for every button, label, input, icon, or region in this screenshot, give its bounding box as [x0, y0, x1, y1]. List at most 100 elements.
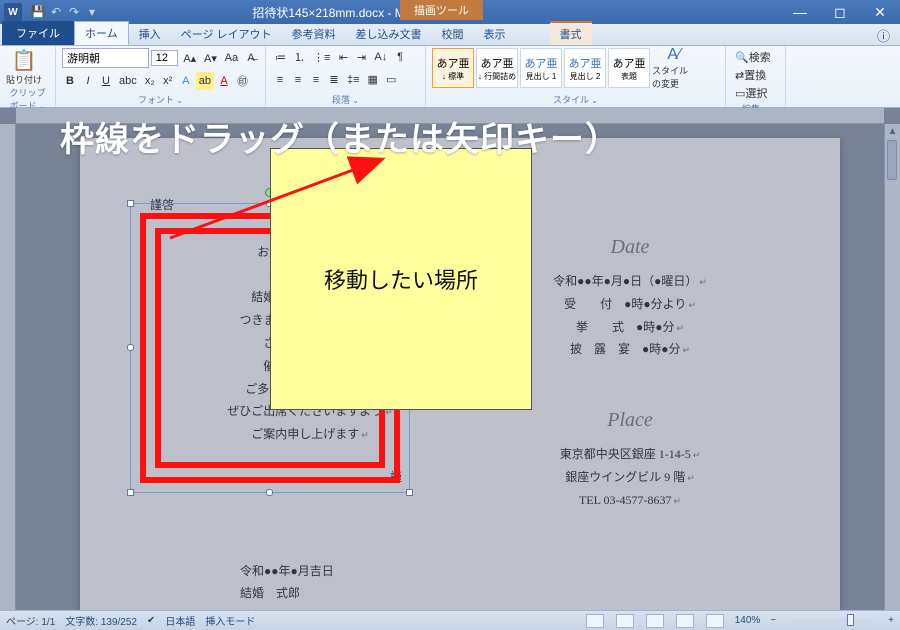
view-draft-button[interactable] [706, 614, 724, 628]
style-normal[interactable]: あア亜↓ 標準 [432, 48, 474, 88]
annotation-target-label: 移動したい場所 [324, 263, 478, 295]
zoom-in-button[interactable]: + [888, 615, 894, 626]
shrink-font-icon[interactable]: A▾ [201, 49, 220, 67]
indent-dec-icon[interactable]: ⇤ [335, 48, 351, 66]
group-paragraph: ≔ ⒈ ⋮≡ ⇤ ⇥ A↓ ¶ ≡ ≡ ≡ ≣ ‡≡ ▦ ▭ 段落 [266, 46, 426, 107]
view-print-layout-button[interactable] [586, 614, 604, 628]
change-styles-icon: A⁄ [667, 46, 680, 64]
tab-file[interactable]: ファイル [2, 21, 74, 45]
align-right-icon[interactable]: ≡ [308, 71, 324, 89]
status-bar: ページ: 1/1 文字数: 139/252 ✔ 日本語 挿入モード 140% −… [0, 610, 900, 630]
grow-font-icon[interactable]: A▴ [180, 49, 199, 67]
strike-button[interactable]: abc [116, 72, 140, 90]
status-insert-mode[interactable]: 挿入モード [205, 613, 255, 628]
tab-page-layout[interactable]: ページ レイアウト [171, 23, 282, 45]
tab-review[interactable]: 校閲 [432, 23, 474, 45]
contextual-tool-label: 描画ツール [400, 0, 483, 20]
title-bar: W 💾 ↶ ↷ ▾ 招待状145×218mm.docx - Microsoft … [0, 0, 900, 24]
numbering-icon[interactable]: ⒈ [291, 48, 308, 66]
multilevel-icon[interactable]: ⋮≡ [310, 48, 333, 66]
zoom-level[interactable]: 140% [735, 615, 761, 626]
font-family-combo[interactable]: 游明朝 [62, 48, 149, 68]
style-title[interactable]: あア亜表題 [608, 48, 650, 88]
maximize-button[interactable]: ◻ [820, 0, 860, 24]
group-clipboard: 📋 貼り付け クリップボード [0, 46, 56, 107]
annotation-target-box: 移動したい場所 [270, 148, 532, 410]
find-button[interactable]: 🔍検索 [732, 48, 774, 66]
tab-mailings[interactable]: 差し込み文書 [346, 23, 432, 45]
text-effects-icon[interactable]: A [178, 72, 194, 90]
view-web-button[interactable] [646, 614, 664, 628]
annotation-headline: 枠線をドラッグ（または矢印キー） [60, 112, 620, 161]
tab-view[interactable]: 表示 [474, 23, 516, 45]
style-heading2[interactable]: あア亜見出し 2 [564, 48, 606, 88]
minimize-button[interactable]: — [780, 0, 820, 24]
tab-insert[interactable]: 挿入 [129, 23, 171, 45]
shading-icon[interactable]: ▦ [365, 71, 381, 89]
align-left-icon[interactable]: ≡ [272, 71, 288, 89]
subscript-button[interactable]: x₂ [142, 72, 158, 90]
quick-access-toolbar: 💾 ↶ ↷ ▾ [30, 4, 100, 20]
show-marks-icon[interactable]: ¶ [392, 48, 408, 66]
document-area: ▲ 謹啓 皆様にはお健 お過ごしのことと このたび 私た 結婚式を挙げること つ… [0, 108, 900, 610]
bold-button[interactable]: B [62, 72, 78, 90]
close-button[interactable]: ✕ [860, 0, 900, 24]
help-icon[interactable]: ⓘ [877, 26, 890, 45]
select-button[interactable]: ▭選択 [732, 84, 770, 102]
change-case-icon[interactable]: Aa [222, 49, 241, 67]
qat-customize-icon[interactable]: ▾ [84, 4, 100, 20]
font-size-combo[interactable]: 12 [151, 50, 179, 66]
clear-format-icon[interactable]: A̶ [243, 49, 259, 67]
borders-icon[interactable]: ▭ [383, 71, 399, 89]
font-color-icon[interactable]: A [216, 72, 232, 90]
tab-format[interactable]: 書式 [550, 21, 592, 45]
view-outline-button[interactable] [676, 614, 694, 628]
line-spacing-icon[interactable]: ‡≡ [344, 71, 363, 89]
indent-inc-icon[interactable]: ⇥ [353, 48, 369, 66]
status-wordcount[interactable]: 文字数: 139/252 [65, 613, 137, 628]
status-language[interactable]: 日本語 [165, 613, 195, 628]
status-spellcheck-icon[interactable]: ✔ [147, 615, 155, 626]
paste-button[interactable]: 📋 貼り付け [6, 48, 42, 86]
align-center-icon[interactable]: ≡ [290, 71, 306, 89]
justify-icon[interactable]: ≣ [326, 71, 342, 89]
resize-handle-se[interactable] [406, 489, 413, 496]
replace-button[interactable]: ⇄置換 [732, 66, 769, 84]
bullets-icon[interactable]: ≔ [272, 48, 289, 66]
status-page[interactable]: ページ: 1/1 [6, 613, 55, 628]
style-heading1[interactable]: あア亜見出し 1 [520, 48, 562, 88]
group-label-font: フォント [62, 93, 259, 107]
clipboard-icon: 📋 [12, 48, 37, 73]
style-gallery[interactable]: あア亜↓ 標準 あア亜↓ 行間詰め あア亜見出し 1 あア亜見出し 2 あア亜表… [432, 48, 650, 88]
highlight-icon[interactable]: ab [196, 72, 214, 90]
style-nospacing[interactable]: あア亜↓ 行間詰め [476, 48, 518, 88]
tab-home[interactable]: ホーム [74, 21, 129, 45]
zoom-slider-knob[interactable] [847, 614, 854, 626]
group-label-styles: スタイル [432, 93, 719, 107]
group-font: 游明朝 12 A▴ A▾ Aa A̶ B I U abc x₂ x² A ab … [56, 46, 266, 107]
sort-icon[interactable]: A↓ [371, 48, 390, 66]
view-fullscreen-button[interactable] [616, 614, 634, 628]
resize-handle-w[interactable] [127, 344, 134, 351]
italic-button[interactable]: I [80, 72, 96, 90]
zoom-slider[interactable] [792, 619, 872, 623]
resize-handle-s[interactable] [266, 489, 273, 496]
find-icon: 🔍 [735, 51, 749, 64]
resize-handle-nw[interactable] [127, 200, 134, 207]
change-styles-label: スタイルの変更 [652, 64, 696, 90]
undo-icon[interactable]: ↶ [48, 4, 64, 20]
zoom-out-button[interactable]: − [770, 615, 776, 626]
app-icon: W [4, 3, 22, 21]
redo-icon[interactable]: ↷ [66, 4, 82, 20]
paste-label: 貼り付け [6, 73, 42, 86]
enclose-char-icon[interactable]: ㊞ [234, 72, 251, 90]
underline-button[interactable]: U [98, 72, 114, 90]
tab-references[interactable]: 参考資料 [282, 23, 346, 45]
group-label-paragraph: 段落 [272, 93, 419, 107]
group-editing: 🔍検索 ⇄置換 ▭選択 編集 [726, 46, 786, 107]
superscript-button[interactable]: x² [160, 72, 176, 90]
replace-icon: ⇄ [735, 69, 744, 82]
resize-handle-sw[interactable] [127, 489, 134, 496]
change-styles-button[interactable]: A⁄ スタイルの変更 [652, 48, 696, 88]
save-icon[interactable]: 💾 [30, 4, 46, 20]
